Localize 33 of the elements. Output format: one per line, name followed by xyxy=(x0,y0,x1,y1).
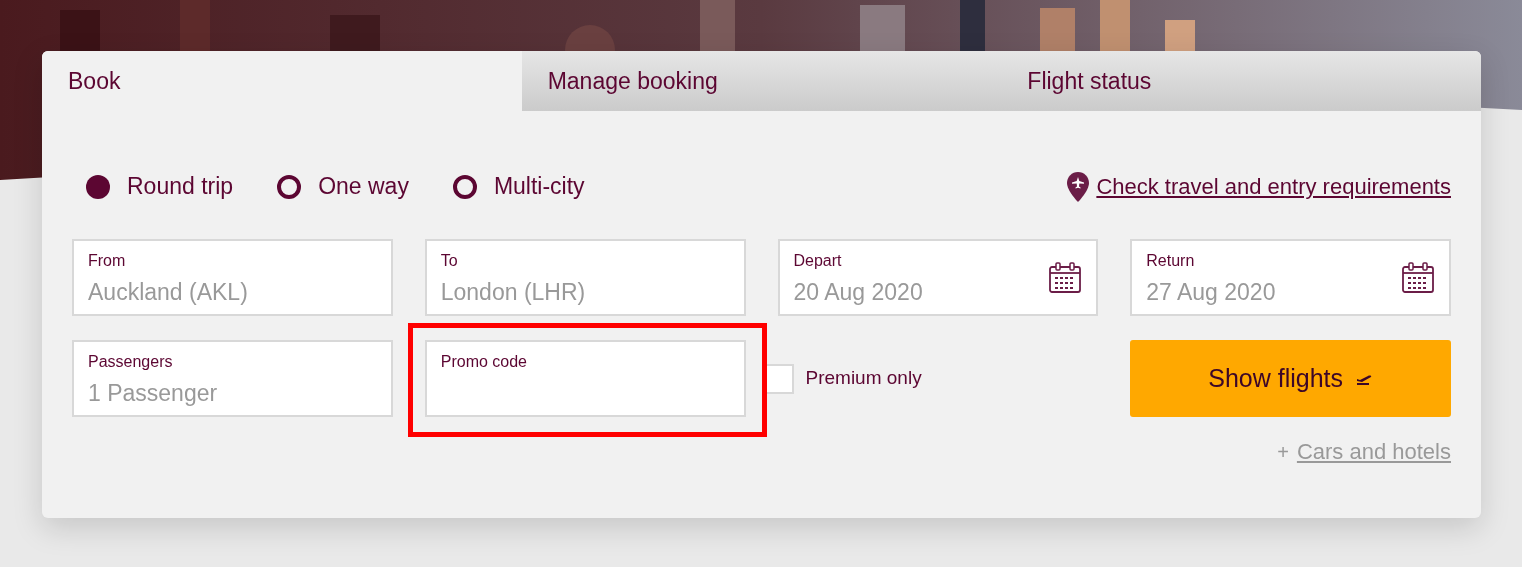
input-field[interactable]: From Auckland (AKL) xyxy=(72,239,393,316)
field-value: 1 Passenger xyxy=(88,379,218,408)
tab[interactable]: Manage booking xyxy=(521,51,1002,111)
show-flights-button[interactable]: Show flights xyxy=(1130,340,1451,417)
field-label: Return xyxy=(1146,251,1196,271)
date-field[interactable]: Depart 20 Aug 2020 xyxy=(777,239,1099,316)
field-label: Depart xyxy=(793,251,843,271)
calendar-icon xyxy=(1048,261,1083,294)
plus-sign: + xyxy=(1277,439,1289,465)
field-value: Auckland (AKL) xyxy=(88,278,248,307)
radio-label: Round trip xyxy=(127,172,234,202)
location-pin-icon xyxy=(1066,170,1091,203)
radio-button[interactable] xyxy=(452,174,477,199)
field-label: Promo code xyxy=(440,352,527,372)
field-value: 20 Aug 2020 xyxy=(793,278,923,307)
input-field[interactable]: Passengers 1 Passenger xyxy=(72,340,393,417)
tab[interactable]: Book xyxy=(42,51,522,111)
field-label: Passengers xyxy=(88,352,174,372)
field-label: To xyxy=(440,251,459,271)
checkbox-label: Premium only xyxy=(805,366,922,391)
radio-button[interactable] xyxy=(86,174,110,199)
calendar-icon xyxy=(1401,261,1435,294)
input-field[interactable]: To London (LHR) xyxy=(424,239,746,316)
requirements-link[interactable]: Check travel and entry requirements xyxy=(1096,170,1451,203)
input-field[interactable]: Promo code xyxy=(424,340,746,417)
radio-label: One way xyxy=(318,172,409,202)
field-value: 27 Aug 2020 xyxy=(1146,278,1276,307)
radio-button[interactable] xyxy=(277,174,302,199)
field-value: London (LHR) xyxy=(440,278,586,307)
tab[interactable]: Flight status xyxy=(1001,51,1481,111)
date-field[interactable]: Return 27 Aug 2020 xyxy=(1130,239,1451,316)
field-label: From xyxy=(88,251,127,271)
radio-label: Multi-city xyxy=(493,172,585,202)
